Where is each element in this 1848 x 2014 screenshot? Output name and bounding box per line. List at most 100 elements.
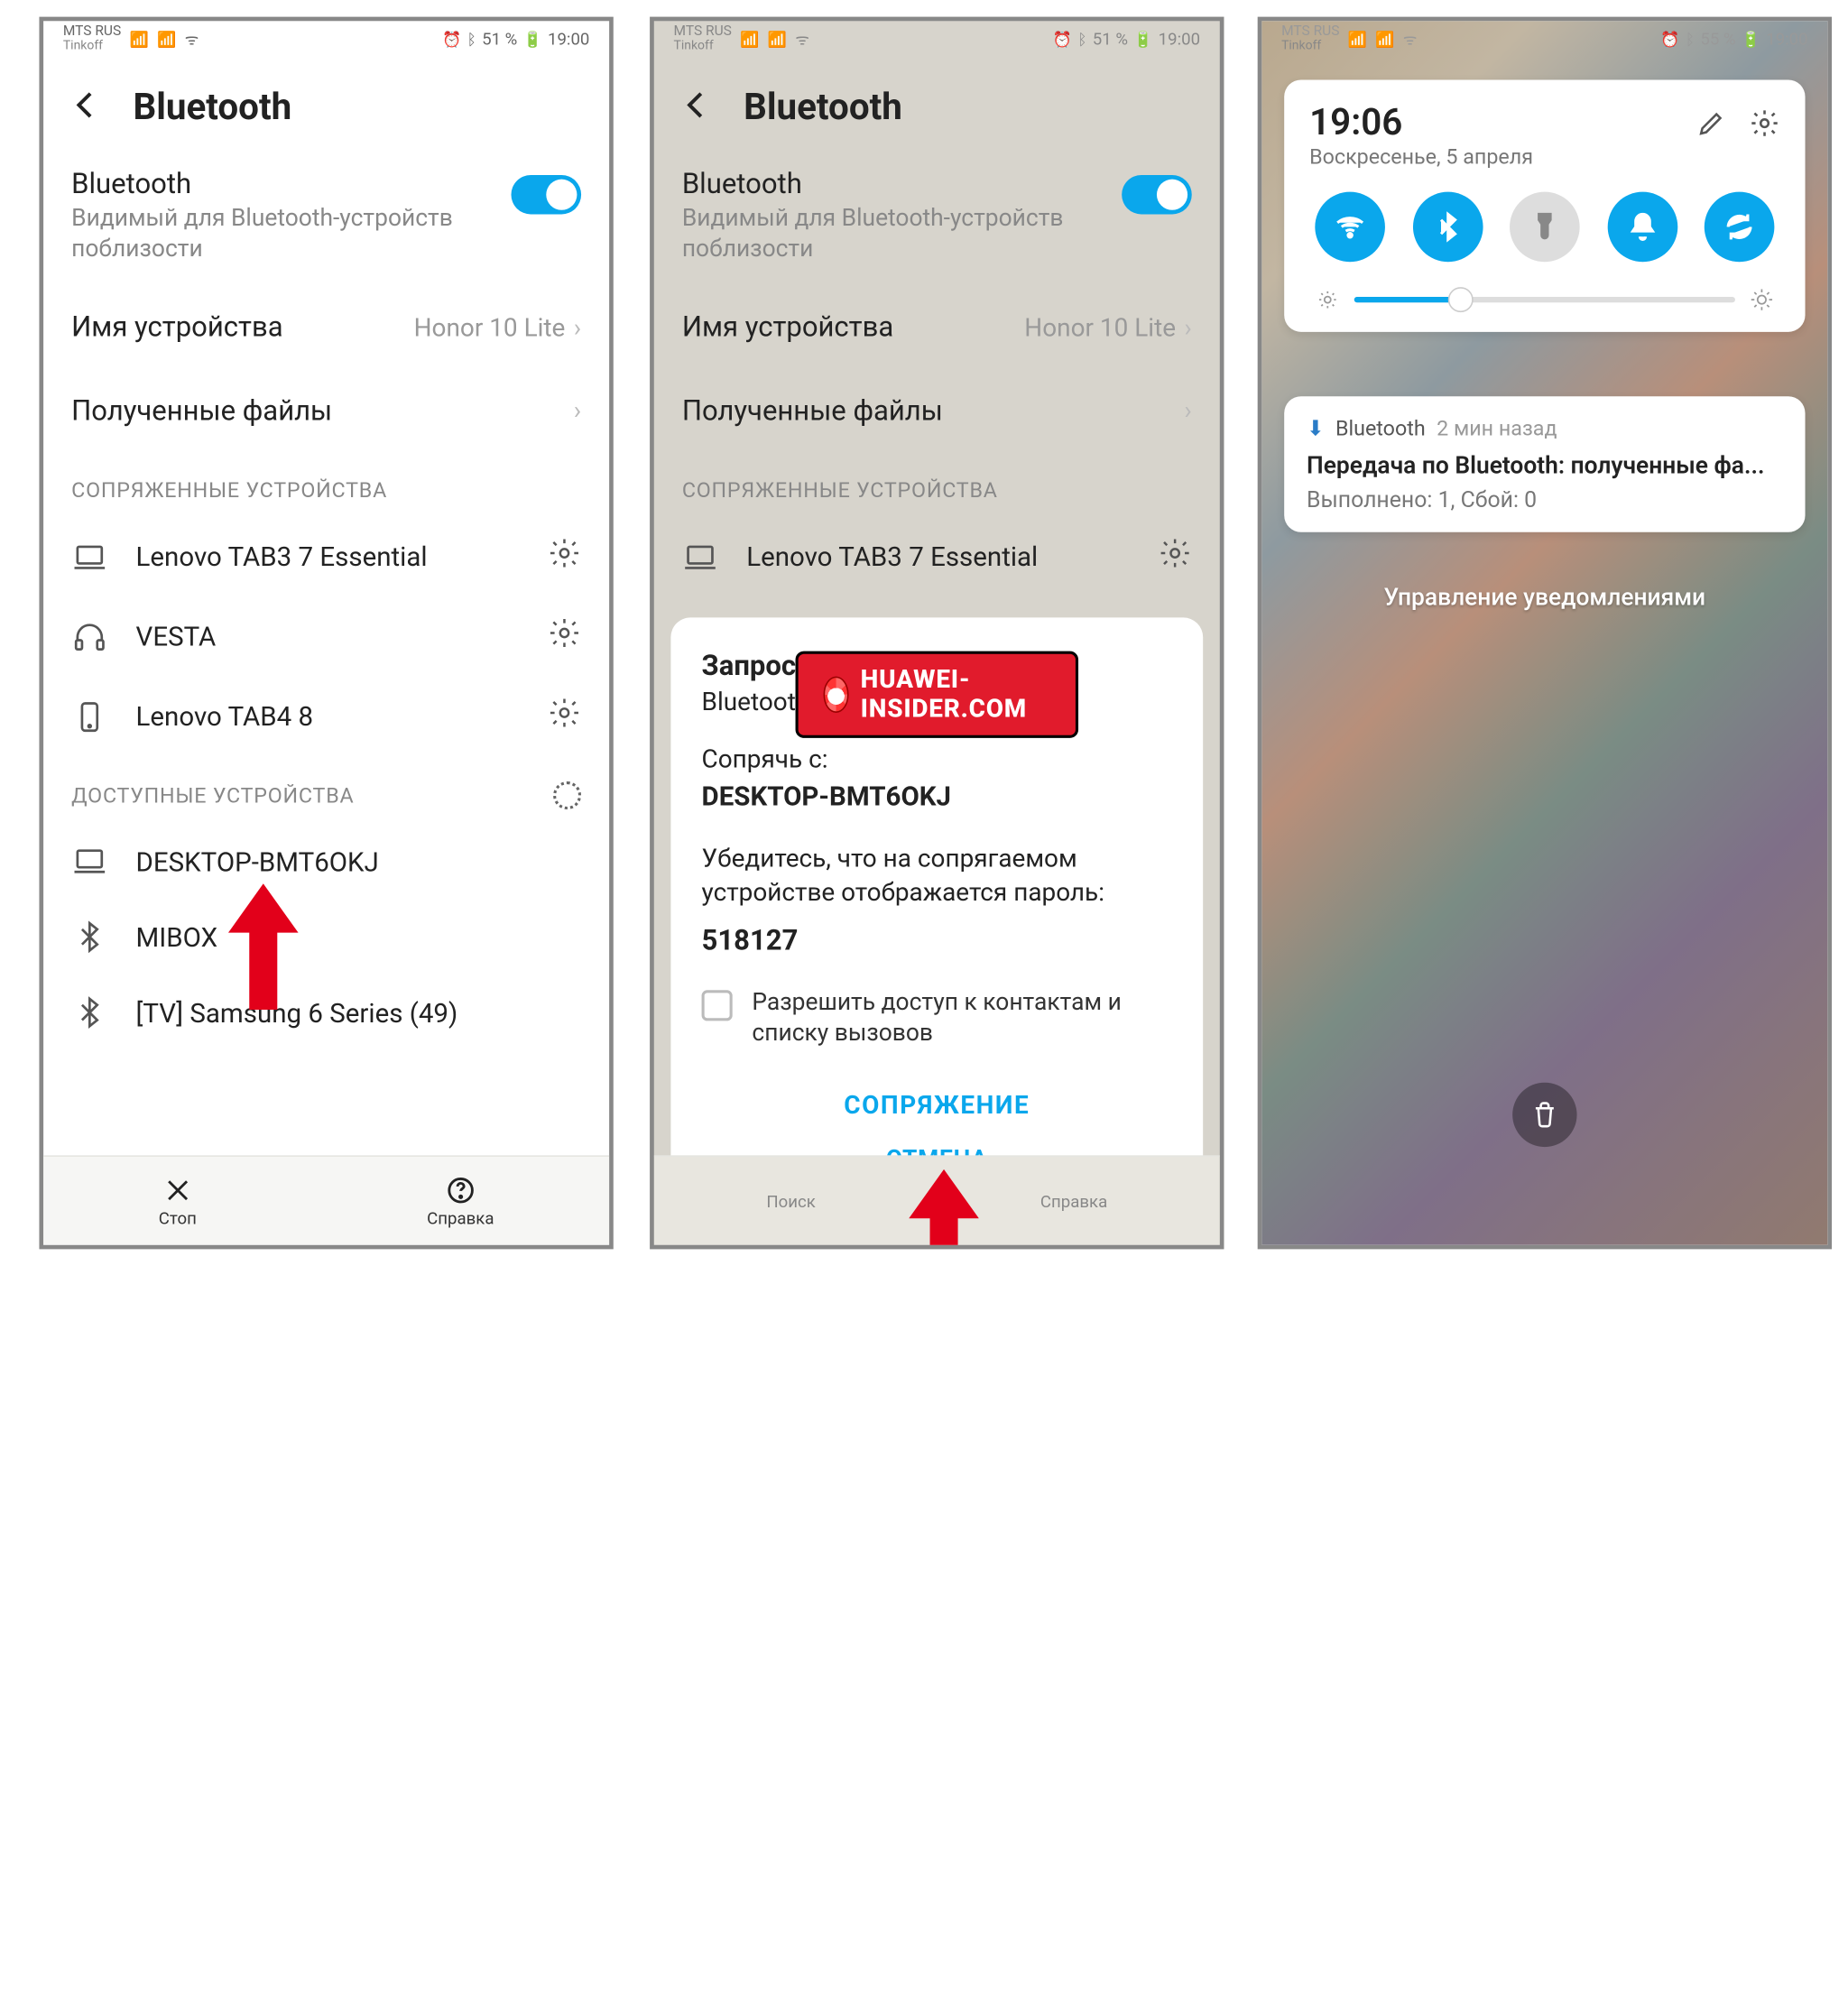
received-files-row[interactable]: Полученные файлы › xyxy=(43,368,609,452)
available-device-row[interactable]: DESKTOP-BMT6OKJ xyxy=(43,824,609,900)
gear-icon[interactable] xyxy=(548,616,581,657)
back-button[interactable] xyxy=(677,86,716,131)
laptop-icon xyxy=(71,844,107,880)
carrier-label: MTS RUS xyxy=(674,25,732,40)
available-device-row[interactable]: [TV] Samsung 6 Series (49) xyxy=(43,975,609,1050)
battery-icon: 🔋 xyxy=(1742,30,1760,48)
pair-message: Убедитесь, что на сопрягаемом устройстве… xyxy=(702,843,1172,910)
wifi-toggle[interactable] xyxy=(1315,192,1385,263)
annotation-arrow xyxy=(909,1169,979,1249)
available-device-row[interactable]: MIBOX xyxy=(43,900,609,975)
signal-icon: 📶 xyxy=(768,30,787,48)
carrier-sub: Tinkoff xyxy=(674,39,732,53)
wifi-icon: ᯤ xyxy=(1403,29,1418,50)
wifi-icon: ᯤ xyxy=(185,29,199,50)
bluetooth-toggle-sub: Видимый для Bluetooth-устройств поблизос… xyxy=(682,203,1103,265)
qs-time: 19:06 xyxy=(1309,102,1533,144)
received-files-label: Полученные файлы xyxy=(71,393,332,427)
paired-device-row[interactable]: Lenovo TAB3 7 Essential xyxy=(654,517,1220,596)
notifications-toggle[interactable] xyxy=(1607,192,1677,263)
notif-age: 2 мин назад xyxy=(1437,416,1557,441)
allow-contacts-checkbox[interactable] xyxy=(702,990,733,1021)
manage-notifications-link[interactable]: Управление уведомлениями xyxy=(1261,584,1827,612)
signal-icon: 📶 xyxy=(740,30,759,48)
carrier-label: MTS RUS xyxy=(63,25,121,40)
section-paired-devices: СОПРЯЖЕННЫЕ УСТРОЙСТВА xyxy=(654,453,1220,517)
bluetooth-icon: ᛒ xyxy=(1686,30,1695,48)
status-time: 19:00 xyxy=(548,30,589,50)
download-icon: ⬇ xyxy=(1307,416,1325,441)
status-bar: MTS RUS Tinkoff 📶 📶 ᯤ ⏰ ᛒ 55 % 🔋 19:00 xyxy=(1261,21,1827,57)
device-name: VESTA xyxy=(136,621,520,653)
bluetooth-toggle[interactable] xyxy=(511,175,581,214)
brightness-slider[interactable] xyxy=(1309,287,1779,312)
status-time: 19:00 xyxy=(1159,30,1200,50)
device-name-row[interactable]: Имя устройства Honor 10 Lite› xyxy=(43,284,609,368)
notif-subtitle: Выполнено: 1, Сбой: 0 xyxy=(1307,486,1783,513)
bottom-bar: Стоп Справка xyxy=(43,1155,609,1244)
received-files-label: Полученные файлы xyxy=(682,393,943,427)
chevron-right-icon: › xyxy=(574,396,581,426)
allow-contacts-label: Разрешить доступ к контактам и списку вы… xyxy=(752,987,1172,1049)
bluetooth-icon xyxy=(71,919,107,955)
help-button[interactable]: Справка xyxy=(427,1174,494,1227)
paired-device-row[interactable]: Lenovo TAB3 7 Essential xyxy=(43,517,609,596)
title-bar: Bluetooth xyxy=(43,58,609,153)
page-title: Bluetooth xyxy=(133,87,291,129)
signal-icon: 📶 xyxy=(1375,30,1394,48)
settings-gear-icon[interactable] xyxy=(1749,108,1779,144)
pair-code: 518127 xyxy=(702,922,1172,956)
status-bar: MTS RUS Tinkoff 📶 📶 ᯤ ⏰ ᛒ 51 % 🔋 19:00 xyxy=(43,21,609,57)
device-name: DESKTOP-BMT6OKJ xyxy=(136,845,582,878)
device-name: Lenovo TAB3 7 Essential xyxy=(746,540,1130,573)
signal-icon: 📶 xyxy=(130,30,149,48)
received-files-row[interactable]: Полученные файлы › xyxy=(654,368,1220,452)
scanning-spinner-icon xyxy=(553,781,581,809)
back-button[interactable] xyxy=(66,86,105,131)
search-button[interactable]: Поиск xyxy=(766,1191,815,1211)
paired-device-row[interactable]: Lenovo TAB4 8 xyxy=(43,677,609,756)
brightness-low-icon xyxy=(1315,287,1340,312)
screenshot-bluetooth-settings: MTS RUS Tinkoff 📶 📶 ᯤ ⏰ ᛒ 51 % 🔋 19:00 B… xyxy=(39,17,613,1250)
autorotate-toggle[interactable] xyxy=(1705,192,1775,263)
device-name-row[interactable]: Имя устройства Honor 10 Lite › xyxy=(654,284,1220,368)
title-bar: Bluetooth xyxy=(654,58,1220,153)
bluetooth-icon: ᛒ xyxy=(467,30,476,48)
section-paired-devices: СОПРЯЖЕННЫЕ УСТРОЙСТВА xyxy=(43,453,609,517)
bluetooth-toggle-sub: Видимый для Bluetooth-устройств поблизос… xyxy=(71,203,492,265)
gear-icon[interactable] xyxy=(548,537,581,577)
laptop-icon xyxy=(71,539,107,575)
device-name: Lenovo TAB3 7 Essential xyxy=(136,540,520,573)
battery-icon: 🔋 xyxy=(1133,30,1152,48)
battery-percent: 51 % xyxy=(1093,30,1128,50)
pair-button[interactable]: СОПРЯЖЕНИЕ xyxy=(702,1091,1172,1121)
gear-icon[interactable] xyxy=(548,697,581,737)
edit-icon[interactable] xyxy=(1696,108,1726,144)
brightness-thumb[interactable] xyxy=(1448,287,1474,312)
quick-settings-panel: 19:06 Воскресенье, 5 апреля xyxy=(1284,79,1805,331)
device-name-value: Honor 10 Lite xyxy=(1024,314,1176,344)
bluetooth-toggle[interactable] xyxy=(1412,192,1483,263)
help-label: Справка xyxy=(1040,1191,1107,1211)
brightness-high-icon xyxy=(1749,287,1774,312)
device-name: Lenovo TAB4 8 xyxy=(136,700,520,733)
help-button[interactable]: Справка xyxy=(1040,1191,1107,1211)
page-title: Bluetooth xyxy=(744,87,902,129)
gear-icon[interactable] xyxy=(1159,537,1192,577)
notification-card[interactable]: ⬇ Bluetooth 2 мин назад Передача по Blue… xyxy=(1284,396,1805,532)
device-name-label: Имя устройства xyxy=(682,309,893,343)
device-name-value: Honor 10 Lite xyxy=(414,314,566,344)
device-name-label: Имя устройства xyxy=(71,309,282,343)
alarm-icon: ⏰ xyxy=(442,30,461,48)
flashlight-toggle[interactable] xyxy=(1510,192,1580,263)
clear-all-button[interactable] xyxy=(1512,1083,1576,1147)
bluetooth-toggle-label: Bluetooth xyxy=(71,167,492,200)
bluetooth-toggle[interactable] xyxy=(1122,175,1192,214)
headphones-icon xyxy=(71,618,107,654)
paired-device-row[interactable]: VESTA xyxy=(43,596,609,676)
stop-button[interactable]: Стоп xyxy=(159,1174,197,1227)
status-time: 19:00 xyxy=(1766,30,1807,50)
chevron-right-icon: › xyxy=(1184,314,1191,344)
huawei-logo-icon xyxy=(824,677,850,713)
carrier-sub: Tinkoff xyxy=(1281,39,1339,53)
